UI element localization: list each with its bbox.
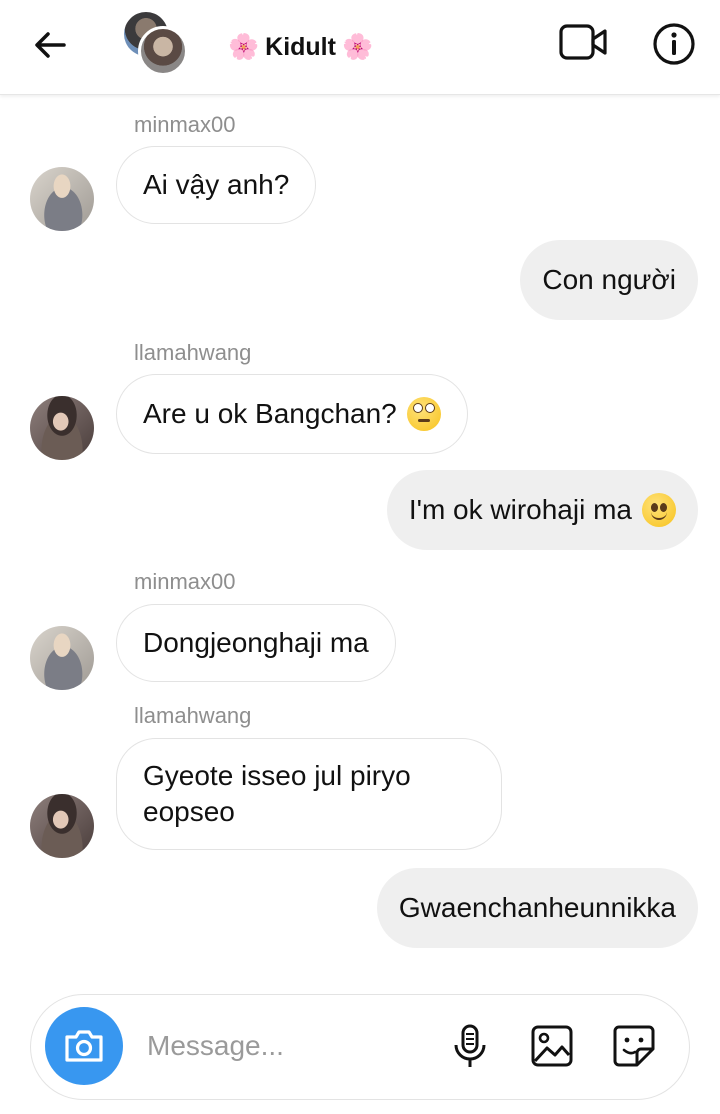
chat-title-text: Kidult — [265, 32, 336, 61]
cherry-blossom-icon: 🌸 — [228, 32, 260, 61]
incoming-message[interactable]: Ai vậy anh? — [116, 146, 317, 224]
message-text: I'm ok wirohaji ma — [408, 494, 632, 525]
incoming-message[interactable]: Dongjeonghaji ma — [116, 604, 396, 682]
outgoing-message[interactable]: I'm ok wirohaji ma — [386, 470, 698, 550]
video-call-icon[interactable] — [558, 22, 608, 62]
message-input[interactable] — [145, 1021, 439, 1071]
camera-button[interactable] — [45, 1007, 123, 1085]
message-text-line: Gyeote isseo jul piryo — [143, 760, 411, 791]
chat-title[interactable]: 🌸 Kidult 🌸 — [222, 30, 379, 64]
message-text-line: eopseo — [143, 796, 235, 827]
sender-name: minmax00 — [134, 569, 236, 594]
outgoing-message[interactable]: Con người — [520, 240, 698, 320]
slight-smile-emoji-icon — [642, 493, 676, 527]
message-text: Ai vậy anh? — [143, 169, 290, 200]
eye-roll-emoji-icon — [406, 397, 441, 431]
avatar[interactable] — [30, 794, 94, 858]
sticker-icon[interactable] — [611, 1023, 657, 1069]
message-text: Con người — [542, 264, 676, 295]
info-icon[interactable] — [652, 22, 696, 66]
message-text: Dongjeonghaji ma — [143, 627, 369, 658]
incoming-message[interactable]: Are u ok Bangchan? — [116, 374, 468, 454]
sender-name: llamahwang — [134, 340, 252, 365]
avatar[interactable] — [30, 396, 94, 460]
message-text: Are u ok Bangchan? — [143, 398, 397, 429]
message-composer — [30, 994, 690, 1100]
group-avatar[interactable] — [124, 12, 190, 78]
chat-header: 🌸 Kidult 🌸 — [0, 0, 720, 95]
sender-name: minmax00 — [134, 112, 236, 137]
sender-name: llamahwang — [134, 703, 252, 728]
incoming-message[interactable]: Gyeote isseo jul piryo eopseo — [116, 738, 502, 850]
member-avatar-front — [138, 26, 188, 76]
camera-icon — [65, 1030, 103, 1062]
outgoing-message[interactable]: Gwaenchanheunnikka — [376, 868, 698, 948]
avatar[interactable] — [30, 626, 94, 690]
message-text: Gwaenchanheunnikka — [398, 892, 676, 923]
gallery-icon[interactable] — [529, 1023, 575, 1069]
back-arrow-icon[interactable] — [28, 22, 74, 68]
microphone-icon[interactable] — [447, 1023, 493, 1069]
cherry-blossom-icon: 🌸 — [341, 32, 374, 61]
avatar[interactable] — [30, 167, 94, 231]
